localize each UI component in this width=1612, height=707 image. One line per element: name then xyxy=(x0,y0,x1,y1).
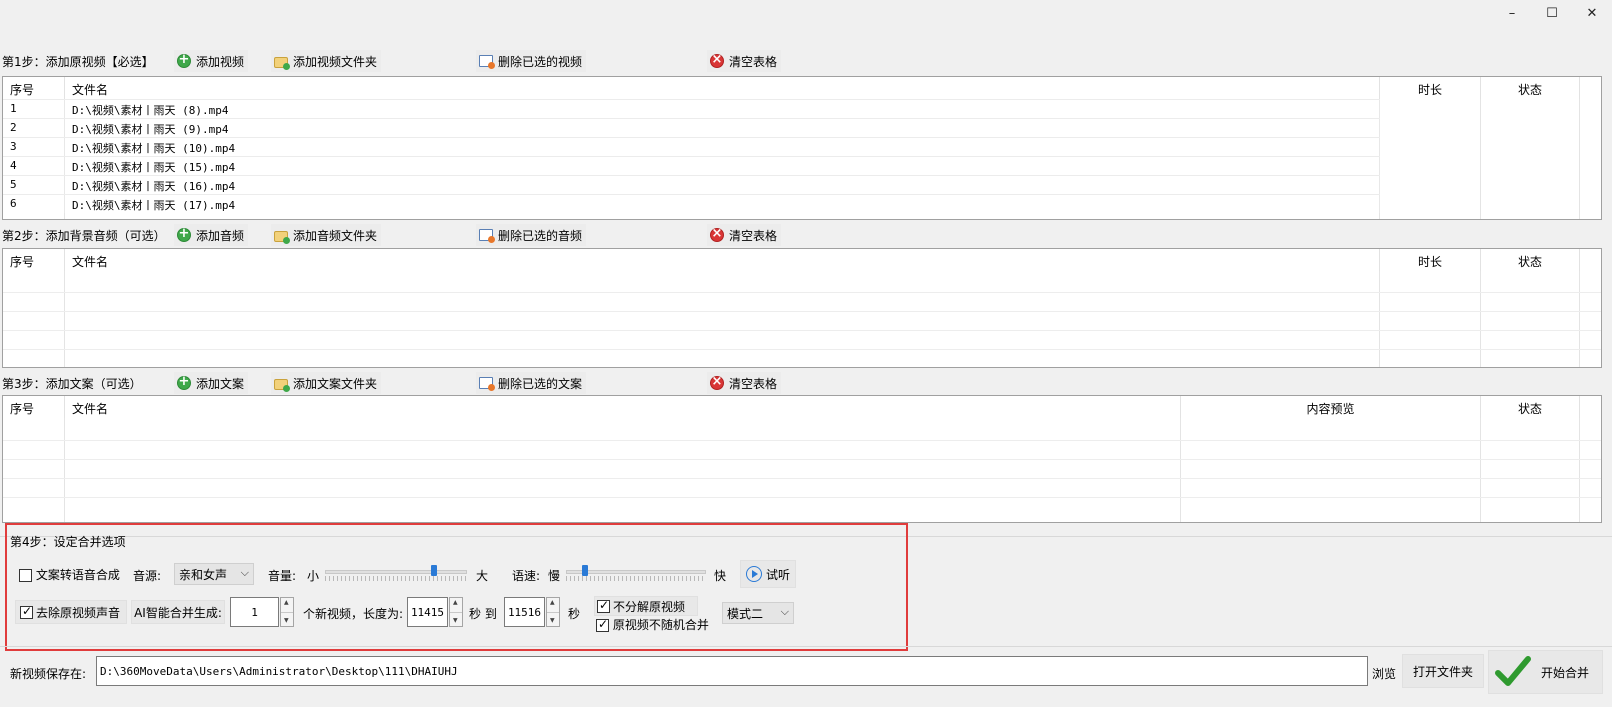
volume-slider-thumb[interactable] xyxy=(431,565,437,576)
folder-add-icon xyxy=(274,56,290,70)
clear-icon xyxy=(710,374,724,390)
save-path-input[interactable]: D:\360MoveData\Users\Administrator\Deskt… xyxy=(96,656,1368,686)
col-status[interactable]: 状态 xyxy=(1481,249,1580,271)
clear-table-button-2[interactable]: 清空表格 xyxy=(707,224,782,246)
folder-add-icon xyxy=(274,378,290,392)
mute-original-checkbox[interactable]: 去除原视频声音 xyxy=(15,600,127,624)
col-status[interactable]: 状态 xyxy=(1481,396,1580,418)
step1-toolbar: 第1步：添加原视频【必选】 xyxy=(0,50,154,72)
maximize-button[interactable]: ☐ xyxy=(1532,0,1572,26)
col-preview[interactable]: 内容预览 xyxy=(1181,396,1481,418)
col-index[interactable]: 序号 xyxy=(3,77,65,99)
audio-table[interactable]: 序号 文件名 时长 状态 xyxy=(2,248,1602,368)
seconds-to-label: 秒 到 xyxy=(469,607,497,621)
ai-merge-label: AI智能合并生成: xyxy=(131,600,225,624)
tts-checkbox[interactable]: 文案转语音合成 xyxy=(19,566,120,583)
table-row[interactable]: 3 D:\视频\素材丨雨天 (10).mp4 xyxy=(3,137,1380,156)
length-to-stepper[interactable] xyxy=(546,597,560,627)
step2-toolbar: 第2步：添加背景音频（可选） xyxy=(0,224,166,246)
add-icon xyxy=(177,374,191,390)
delete-file-icon xyxy=(479,229,495,243)
table-row[interactable]: 1 D:\视频\素材丨雨天 (8).mp4 xyxy=(3,99,1380,118)
speed-slider[interactable] xyxy=(566,565,706,581)
checkbox-icon xyxy=(19,569,32,582)
add-icon xyxy=(177,52,191,68)
step1-label: 第1步：添加原视频【必选】 xyxy=(2,54,154,69)
browse-button[interactable]: 浏览 xyxy=(1372,665,1396,682)
close-button[interactable]: ✕ xyxy=(1572,0,1612,26)
preview-button[interactable]: 试听 xyxy=(740,560,796,588)
save-location-label: 新视频保存在: xyxy=(10,667,87,681)
step2-label: 第2步：添加背景音频（可选） xyxy=(2,228,166,243)
no-split-checkbox[interactable]: 不分解原视频 xyxy=(594,596,698,616)
play-icon xyxy=(745,566,762,582)
col-index[interactable]: 序号 xyxy=(3,396,65,418)
video-count-stepper[interactable] xyxy=(280,597,294,627)
seconds-label: 秒 xyxy=(568,607,581,621)
col-duration[interactable]: 时长 xyxy=(1380,77,1481,99)
clear-table-button-3[interactable]: 清空表格 xyxy=(707,372,782,394)
speed-min-label: 慢 xyxy=(548,569,561,583)
table-row[interactable]: 4 D:\视频\素材丨雨天 (15).mp4 xyxy=(3,156,1380,175)
delete-selected-video-button[interactable]: 删除已选的视频 xyxy=(476,50,587,72)
col-status[interactable]: 状态 xyxy=(1481,77,1580,99)
add-audio-button[interactable]: 添加音频 xyxy=(174,224,249,246)
open-folder-button[interactable]: 打开文件夹 xyxy=(1402,654,1484,688)
speed-slider-thumb[interactable] xyxy=(582,565,588,576)
step3-toolbar: 第3步：添加文案（可选） xyxy=(0,372,142,394)
volume-max-label: 大 xyxy=(476,569,489,583)
speed-max-label: 快 xyxy=(714,569,727,583)
no-random-merge-checkbox[interactable]: 原视频不随机合并 xyxy=(596,616,709,633)
clear-icon xyxy=(710,52,724,68)
volume-slider[interactable] xyxy=(325,565,467,581)
start-merge-button[interactable]: 开始合并 xyxy=(1488,650,1603,694)
col-index[interactable]: 序号 xyxy=(3,249,65,271)
speed-label: 语速: xyxy=(512,569,541,583)
table-header: 序号 文件名 时长 状态 xyxy=(3,77,1580,99)
add-video-button[interactable]: 添加视频 xyxy=(174,50,249,72)
chevron-down-icon: ⌵ xyxy=(240,566,249,579)
col-filename[interactable]: 文件名 xyxy=(65,77,1380,99)
clear-icon xyxy=(710,226,724,242)
voice-select[interactable]: 亲和女声 ⌵ xyxy=(174,563,254,585)
table-header: 序号 文件名 时长 状态 xyxy=(3,249,1580,271)
checkbox-checked-icon xyxy=(597,598,610,613)
add-text-button[interactable]: 添加文案 xyxy=(174,372,249,394)
col-filename[interactable]: 文件名 xyxy=(65,249,1380,271)
length-from-input[interactable]: 11415 xyxy=(407,597,448,627)
text-table[interactable]: 序号 文件名 内容预览 状态 xyxy=(2,395,1602,523)
minimize-button[interactable]: – xyxy=(1492,0,1532,26)
volume-label: 音量: xyxy=(268,569,297,583)
table-row[interactable]: 2 D:\视频\素材丨雨天 (9).mp4 xyxy=(3,118,1380,137)
folder-add-icon xyxy=(274,230,290,244)
delete-file-icon xyxy=(479,55,495,69)
checkbox-checked-icon xyxy=(20,604,33,619)
delete-selected-text-button[interactable]: 删除已选的文案 xyxy=(476,372,587,394)
add-text-folder-button[interactable]: 添加文案文件夹 xyxy=(271,372,382,394)
clear-table-button-1[interactable]: 清空表格 xyxy=(707,50,782,72)
col-duration[interactable]: 时长 xyxy=(1380,249,1481,271)
col-filename[interactable]: 文件名 xyxy=(65,396,1181,418)
delete-file-icon xyxy=(479,377,495,391)
length-to-input[interactable]: 11516 xyxy=(504,597,545,627)
table-row[interactable]: 5 D:\视频\素材丨雨天 (16).mp4 xyxy=(3,175,1380,194)
mode-select[interactable]: 模式二 ⌵ xyxy=(722,602,794,624)
check-icon xyxy=(1495,656,1531,686)
step4-label: 第4步：设定合并选项 xyxy=(10,535,126,549)
chevron-down-icon: ⌵ xyxy=(780,605,789,618)
voice-label: 音源: xyxy=(133,569,162,583)
video-table[interactable]: 序号 文件名 时长 状态 1 D:\视频\素材丨雨天 (8).mp4 2 D:\视频… xyxy=(2,76,1602,220)
count-suffix-label: 个新视频，长度为: xyxy=(303,607,404,621)
step3-label: 第3步：添加文案（可选） xyxy=(2,376,142,391)
length-from-stepper[interactable] xyxy=(449,597,463,627)
checkbox-checked-icon xyxy=(596,617,609,632)
add-audio-folder-button[interactable]: 添加音频文件夹 xyxy=(271,224,382,246)
table-row[interactable]: 6 D:\视频\素材丨雨天 (17).mp4 xyxy=(3,194,1380,213)
add-video-folder-button[interactable]: 添加视频文件夹 xyxy=(271,50,382,72)
table-header: 序号 文件名 内容预览 状态 xyxy=(3,396,1580,418)
add-icon xyxy=(177,226,191,242)
volume-min-label: 小 xyxy=(307,569,320,583)
delete-selected-audio-button[interactable]: 删除已选的音频 xyxy=(476,224,587,246)
video-count-input[interactable]: 1 xyxy=(230,597,279,627)
